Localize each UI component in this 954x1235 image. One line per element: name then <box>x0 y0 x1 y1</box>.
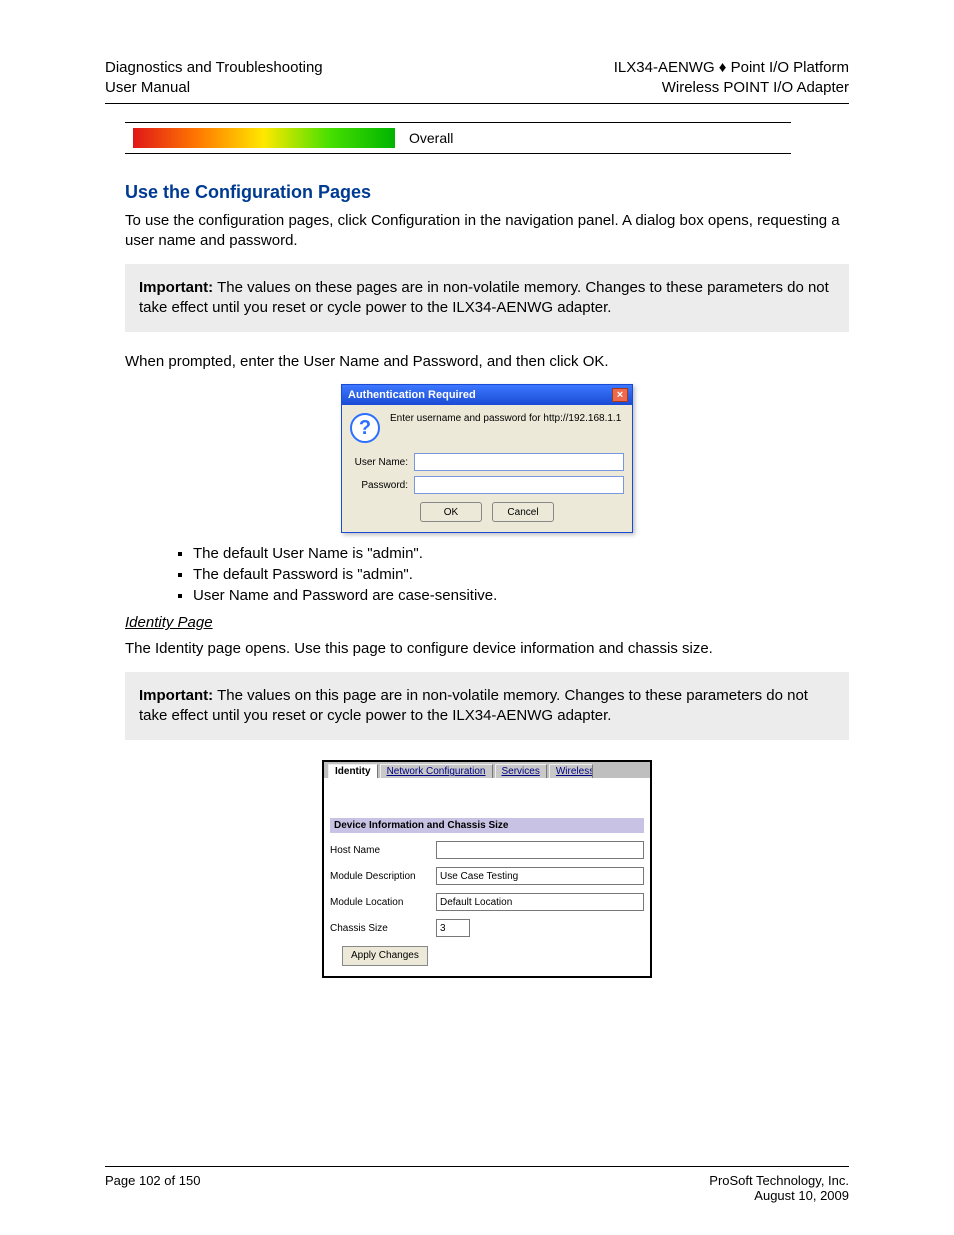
list-item: The default Password is "admin". <box>193 566 849 583</box>
important-label-2: Important: <box>139 687 213 704</box>
chassis-size-label: Chassis Size <box>330 923 436 934</box>
auth-dialog-title: Authentication Required <box>348 389 476 401</box>
tab-identity[interactable]: Identity <box>328 764 378 778</box>
overall-row-table: Overall <box>125 122 791 154</box>
username-label: User Name: <box>350 457 414 468</box>
close-icon[interactable]: × <box>612 388 628 402</box>
username-input[interactable] <box>414 453 624 471</box>
question-icon: ? <box>350 413 380 443</box>
tab-strip: Identity Network Configuration Services … <box>324 762 650 778</box>
ok-button[interactable]: OK <box>420 502 482 522</box>
important-note-1: Important: The values on these pages are… <box>125 264 849 333</box>
footer-date: August 10, 2009 <box>754 1188 849 1203</box>
chassis-size-input[interactable] <box>436 919 470 937</box>
footer-company: ProSoft Technology, Inc. <box>709 1173 849 1188</box>
identity-para: The Identity page opens. Use this page t… <box>125 639 849 659</box>
important-note-2: Important: The values on this page are i… <box>125 672 849 741</box>
header-left-bottom: User Manual <box>105 78 323 98</box>
auth-dialog: Authentication Required × ? Enter userna… <box>341 384 633 533</box>
config-para-2: When prompted, enter the User Name and P… <box>125 352 849 372</box>
identity-panel: Identity Network Configuration Services … <box>322 760 652 978</box>
list-item: The default User Name is "admin". <box>193 545 849 562</box>
password-label: Password: <box>350 480 414 491</box>
page-header: Diagnostics and Troubleshooting User Man… <box>105 58 849 97</box>
important-body-2: The values on this page are in non-volat… <box>139 687 808 724</box>
header-right-top: ILX34-AENWG ♦ Point I/O Platform <box>614 58 849 78</box>
module-location-label: Module Location <box>330 897 436 908</box>
list-item: User Name and Password are case-sensitiv… <box>193 587 849 604</box>
password-input[interactable] <box>414 476 624 494</box>
tab-network-configuration[interactable]: Network Configuration <box>380 764 493 778</box>
module-location-input[interactable] <box>436 893 644 911</box>
auth-dialog-message: Enter username and password for http://1… <box>390 413 621 426</box>
host-name-input[interactable] <box>436 841 644 859</box>
config-para-1: To use the configuration pages, click Co… <box>125 211 849 252</box>
apply-changes-button[interactable]: Apply Changes <box>342 946 428 966</box>
panel-group-header: Device Information and Chassis Size <box>330 818 644 833</box>
tab-services[interactable]: Services <box>495 764 547 778</box>
tab-wireless[interactable]: Wireless S <box>549 764 593 778</box>
important-label-1: Important: <box>139 279 213 296</box>
cancel-button[interactable]: Cancel <box>492 502 554 522</box>
status-gradient <box>133 128 395 148</box>
header-left-top: Diagnostics and Troubleshooting <box>105 58 323 78</box>
module-description-input[interactable] <box>436 867 644 885</box>
overall-label: Overall <box>409 130 453 146</box>
module-description-label: Module Description <box>330 871 436 882</box>
header-right-bottom: Wireless POINT I/O Adapter <box>614 78 849 98</box>
important-body-1: The values on these pages are in non-vol… <box>139 279 829 316</box>
page-footer: Page 102 of 150 ProSoft Technology, Inc.… <box>105 1166 849 1203</box>
section-heading-config: Use the Configuration Pages <box>125 182 849 203</box>
host-name-label: Host Name <box>330 845 436 856</box>
header-rule <box>105 103 849 104</box>
login-notes-list: The default User Name is "admin". The de… <box>153 545 849 604</box>
footer-page-number: Page 102 of 150 <box>105 1173 200 1203</box>
identity-subheading: Identity Page <box>125 614 849 631</box>
